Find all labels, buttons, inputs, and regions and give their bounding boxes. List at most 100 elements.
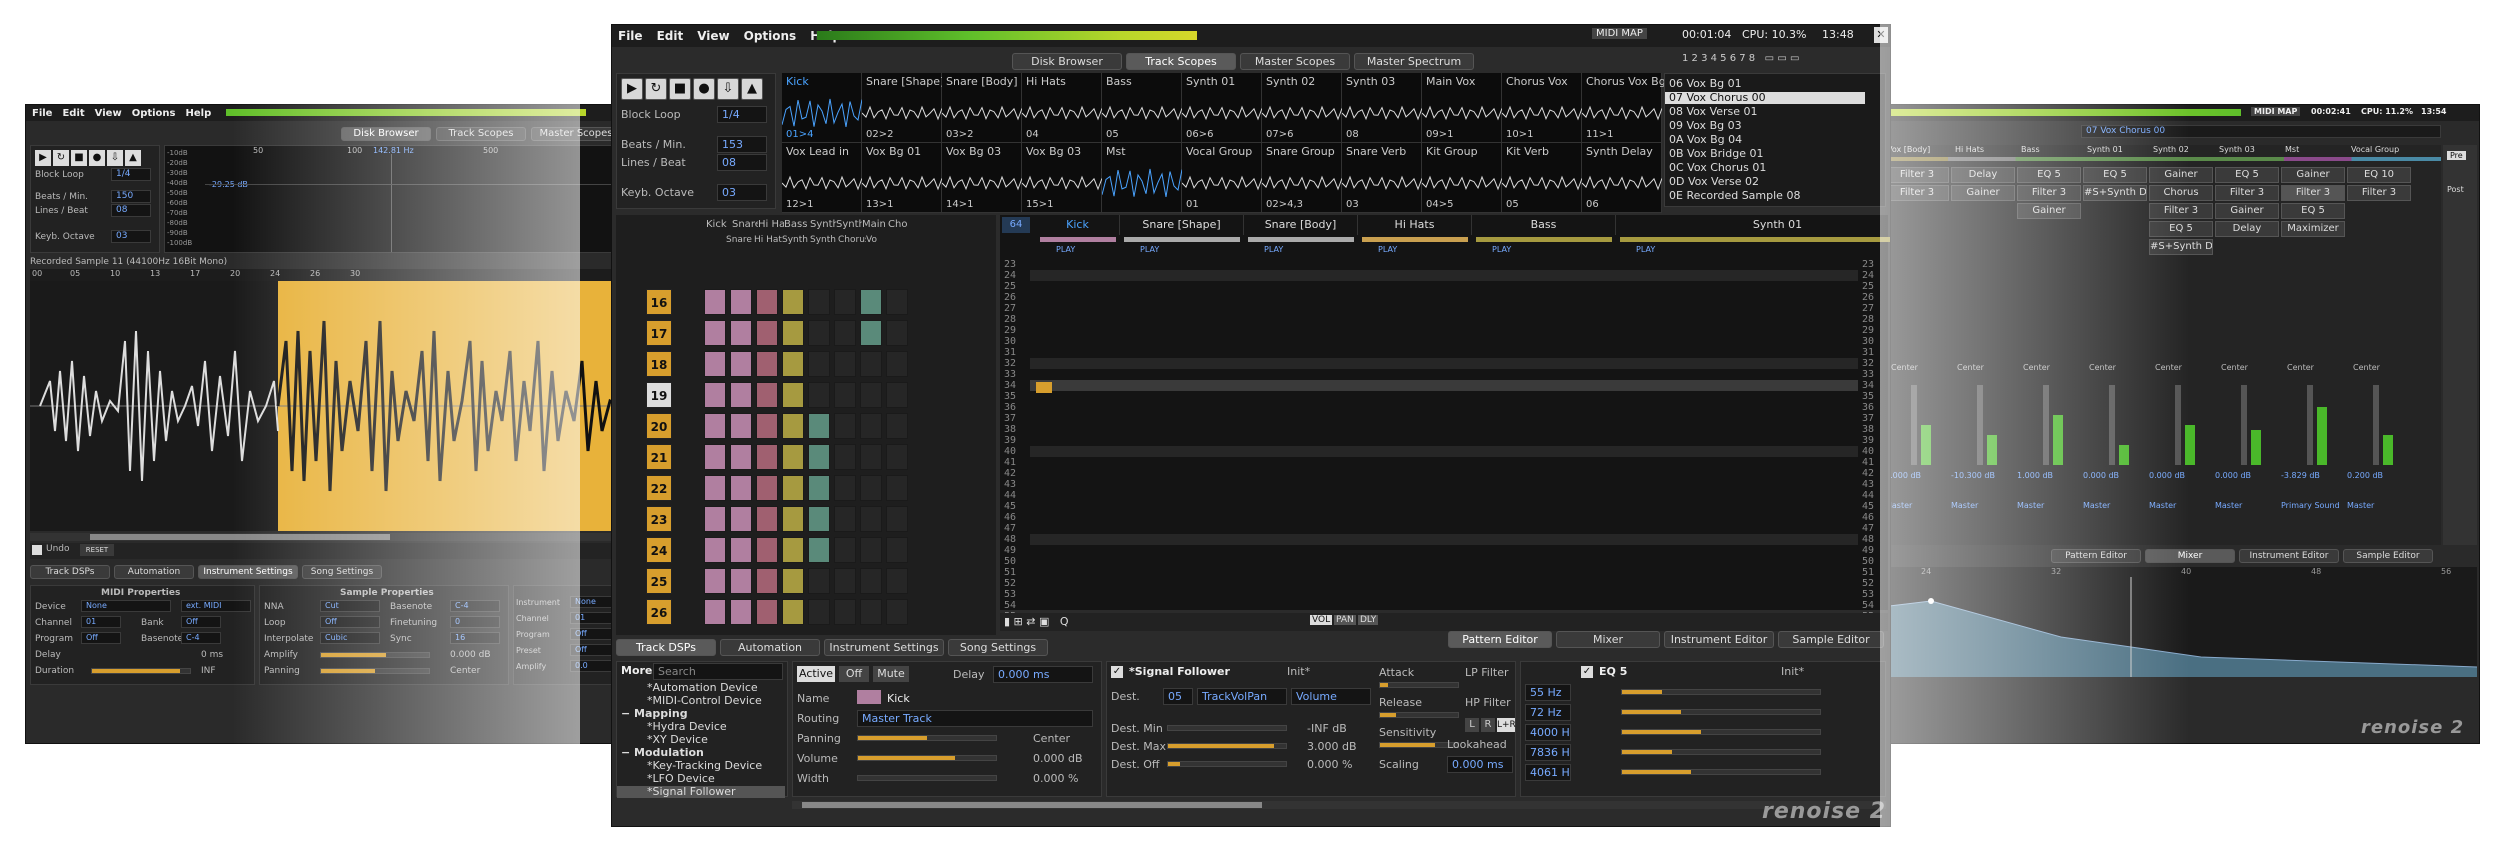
active-button[interactable]: Active <box>797 666 835 682</box>
matrix-slot[interactable] <box>756 320 778 346</box>
matrix-slot[interactable] <box>756 382 778 408</box>
dsp-more-button[interactable]: More <box>621 664 652 677</box>
matrix-slot[interactable] <box>730 351 752 377</box>
fader-7[interactable] <box>2307 385 2313 465</box>
scope-scopes_row1-4[interactable]: Bass 05 <box>1102 73 1182 143</box>
menu-file[interactable]: File <box>32 108 52 119</box>
matrix-slot[interactable] <box>834 413 856 439</box>
width-slider[interactable] <box>857 775 997 781</box>
scope-scopes_row1-6[interactable]: Synth 02 07>6 <box>1262 73 1342 143</box>
fader-6[interactable] <box>2241 385 2247 465</box>
menu-help[interactable]: Help <box>186 108 212 119</box>
matrix-slot[interactable] <box>704 475 726 501</box>
dev-gainer-2[interactable]: Gainer <box>2017 203 2081 219</box>
matrix-slot[interactable] <box>782 475 804 501</box>
record-button[interactable]: ● <box>89 150 105 166</box>
matrix-slot[interactable] <box>704 444 726 470</box>
undo-checkbox[interactable] <box>32 545 42 555</box>
matrix-slot[interactable] <box>704 351 726 377</box>
routing-value[interactable]: Master Track <box>857 710 1093 727</box>
loop-button[interactable]: ↻ <box>53 150 69 166</box>
dsp-list-item[interactable]: *Hydra Device <box>617 721 785 733</box>
matrix-slot[interactable] <box>834 599 856 625</box>
right-inst-selected[interactable]: 07 Vox Chorus 00 <box>2081 125 2441 138</box>
tab-master-scopes[interactable]: Master Scopes <box>531 127 621 141</box>
pattern-tool-icons[interactable]: ▮ ⊞ ⇄ ▣ Q <box>1004 615 1069 628</box>
matrix-slot[interactable] <box>808 382 830 408</box>
amplify-slider[interactable] <box>320 652 430 658</box>
scope-scopes_row2-10[interactable]: Synth Delay 06 <box>1582 143 1662 213</box>
tab-track-scopes[interactable]: Track Scopes <box>436 127 526 141</box>
pan-toggle[interactable]: PAN <box>1334 615 1356 625</box>
main-stop-button[interactable]: ■ <box>669 78 691 100</box>
sf-lookahead-value[interactable]: 0.000 ms <box>1447 756 1513 773</box>
scope-scopes_row1-5[interactable]: Synth 01 06>6 <box>1182 73 1262 143</box>
sequence-number[interactable]: 26 <box>646 599 672 625</box>
matrix-slot[interactable] <box>730 537 752 563</box>
menu-view[interactable]: View <box>95 108 122 119</box>
matrix-slot[interactable] <box>704 599 726 625</box>
dsp-list-item[interactable]: *XY Device <box>617 734 785 746</box>
main-tab-master-spectrum[interactable]: Master Spectrum <box>1354 53 1474 70</box>
matrix-slot[interactable] <box>860 506 882 532</box>
track-color-swatch[interactable] <box>857 690 881 704</box>
midi-program-value[interactable]: Off <box>81 632 121 644</box>
instrument-list-item[interactable]: 0D Vox Verse 02 <box>1665 176 1865 188</box>
sf-dest-min-slider[interactable] <box>1167 725 1287 731</box>
matrix-slot[interactable] <box>730 320 752 346</box>
main-tab-song-settings[interactable]: Song Settings <box>948 639 1048 656</box>
scope-scopes_row1-1[interactable]: Snare [Shape] 02>2 <box>862 73 944 143</box>
matrix-slot[interactable] <box>834 351 856 377</box>
midi-bank-value[interactable]: Off <box>181 616 221 628</box>
scope-scopes_row2-7[interactable]: Snare Verb 03 <box>1342 143 1422 213</box>
sequence-number[interactable]: 24 <box>646 537 672 563</box>
dsp-list-item[interactable]: *Signal Follower <box>617 786 785 798</box>
right-tab-mixer[interactable]: Mixer <box>2145 549 2235 563</box>
scope-scopes_row2-8[interactable]: Kit Group 04>5 <box>1422 143 1502 213</box>
matrix-slot[interactable] <box>808 475 830 501</box>
matrix-slot[interactable] <box>886 444 908 470</box>
matrix-slot[interactable] <box>756 599 778 625</box>
matrix-slot[interactable] <box>834 537 856 563</box>
reset-button[interactable]: RESET <box>80 544 114 556</box>
matrix-slot[interactable] <box>782 568 804 594</box>
scope-scopes_row1-3[interactable]: Hi Hats 04 <box>1022 73 1102 143</box>
instrument-list-item[interactable]: 06 Vox Bg 01 <box>1665 78 1865 90</box>
dsp-scrollbar[interactable] <box>792 801 1886 809</box>
scope-scopes_row2-2[interactable]: Vox Bg 03 14>1 <box>942 143 1022 213</box>
sequence-number[interactable]: 19 <box>646 382 672 408</box>
panning-slider[interactable] <box>320 668 430 674</box>
main-tab-master-scopes[interactable]: Master Scopes <box>1240 53 1350 70</box>
dev-filter3-g[interactable]: Filter 3 <box>2347 185 2411 201</box>
pattern-track-head[interactable]: Bass <box>1472 215 1616 235</box>
matrix-slot[interactable] <box>782 599 804 625</box>
volume-slider[interactable] <box>857 755 997 761</box>
main-close-icon[interactable]: ✕ <box>1874 27 1888 43</box>
sf-r-button[interactable]: R <box>1481 718 1495 732</box>
dev-filter3-f[interactable]: Filter 3 <box>2281 185 2345 201</box>
sf-release-slider[interactable] <box>1379 712 1459 718</box>
midi-device-ext[interactable]: ext. MIDI <box>181 600 251 612</box>
off-button[interactable]: Off <box>839 666 869 682</box>
matrix-slot[interactable] <box>756 351 778 377</box>
sf-dest-device[interactable]: TrackVolPan <box>1197 688 1287 705</box>
scope-scopes_row1-10[interactable]: Chorus Vox Bg 11>1 <box>1582 73 1666 143</box>
dsp-list-item[interactable]: *Automation Device <box>617 682 785 694</box>
sequence-number[interactable]: 16 <box>646 289 672 315</box>
menu-edit[interactable]: Edit <box>62 108 84 119</box>
right-tab-instrument-editor[interactable]: Instrument Editor <box>2239 549 2339 563</box>
matrix-slot[interactable] <box>730 568 752 594</box>
matrix-slot[interactable] <box>730 475 752 501</box>
metronome-button[interactable]: ▲ <box>125 150 141 166</box>
loop-value[interactable]: Off <box>320 616 380 628</box>
main-tab-pattern-editor[interactable]: Pattern Editor <box>1448 631 1552 648</box>
dev-gainer-4[interactable]: Gainer <box>2215 203 2279 219</box>
dev-filter3-c[interactable]: Filter 3 <box>2017 185 2081 201</box>
midi-channel-value[interactable]: 01 <box>81 616 121 628</box>
pre-button[interactable]: Pre <box>2447 151 2466 160</box>
sample-basenote-value[interactable]: C-4 <box>450 600 500 612</box>
scope-scopes_row2-4[interactable]: Mst <box>1102 143 1182 213</box>
main-menu-view[interactable]: View <box>697 29 729 43</box>
eq-band-2[interactable]: 72 Hz <box>1525 704 1571 721</box>
matrix-slot[interactable] <box>860 599 882 625</box>
